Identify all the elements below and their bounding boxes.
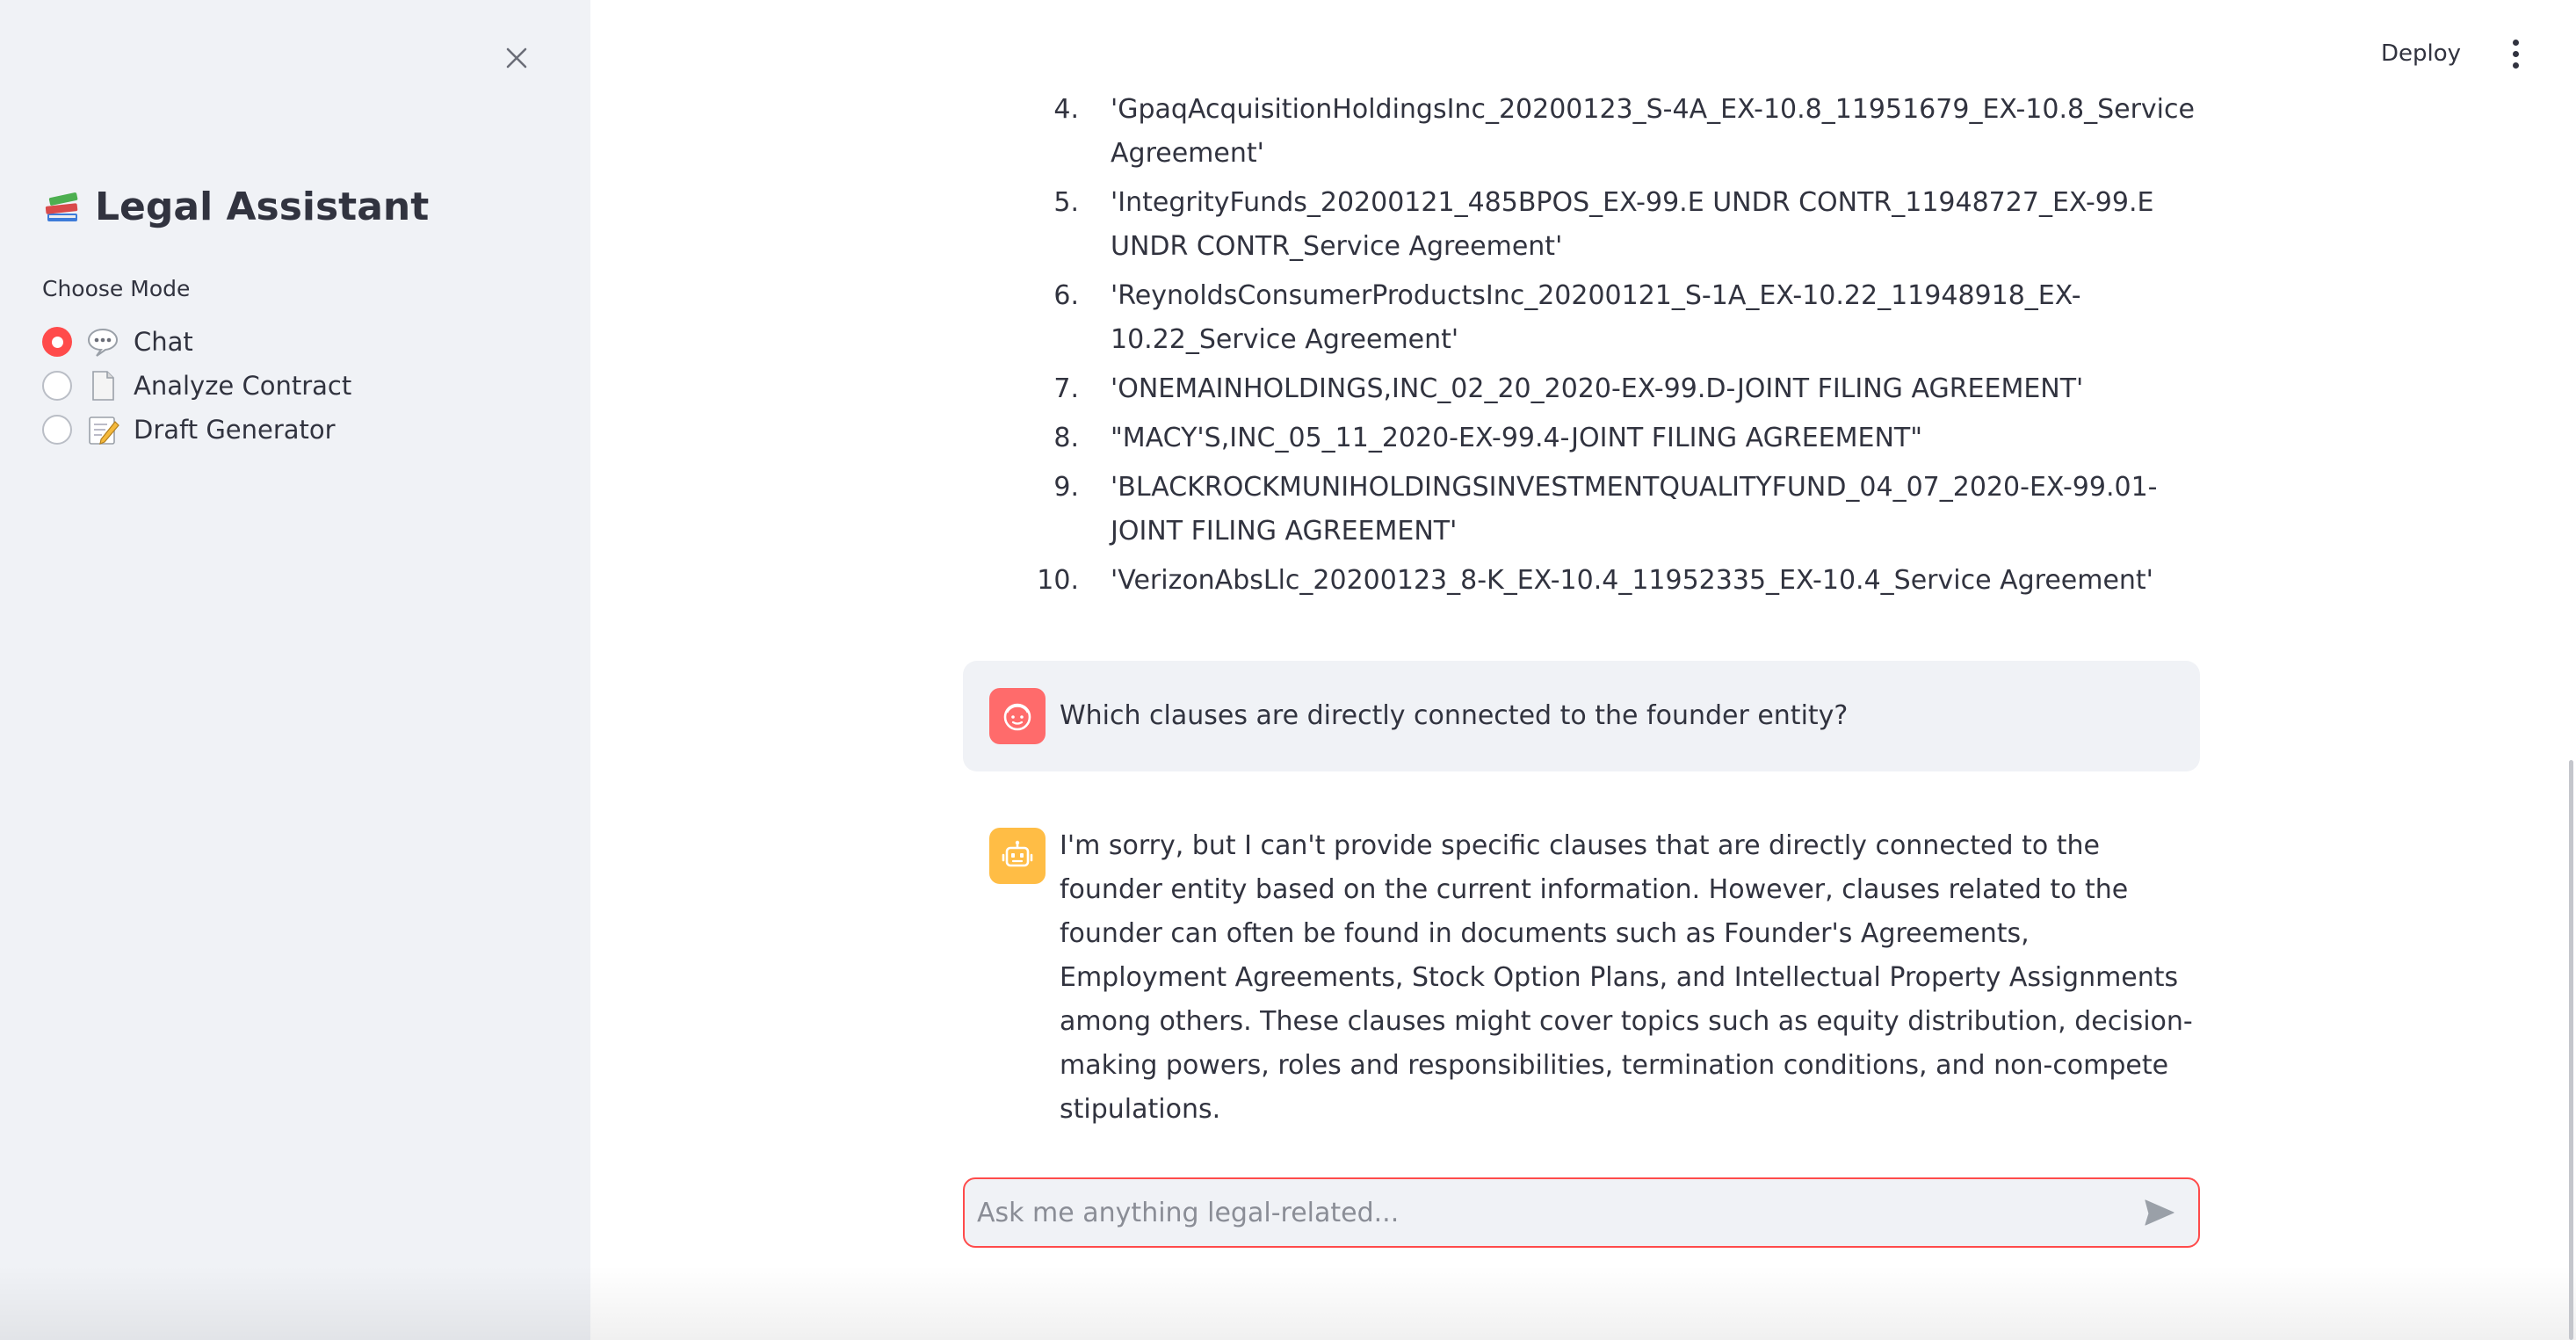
close-sidebar-button[interactable] xyxy=(496,39,538,77)
list-item-text: 'GpaqAcquisitionHoldingsInc_20200123_S-4… xyxy=(1111,94,2195,169)
document-icon xyxy=(92,371,114,401)
sidebar-title-text: Legal Assistant xyxy=(95,185,430,229)
memo-icon xyxy=(89,416,119,445)
radio-unselected[interactable] xyxy=(42,371,72,401)
list-item: 5. 'IntegrityFunds_20200121_485BPOS_EX-9… xyxy=(1037,181,2196,269)
list-item: 10. 'VerizonAbsLlc_20200123_8-K_EX-10.4_… xyxy=(1037,559,2196,603)
send-button[interactable] xyxy=(2138,1192,2181,1234)
list-item-text: 'IntegrityFunds_20200121_485BPOS_EX-99.E… xyxy=(1111,187,2154,262)
mode-option-draft-generator[interactable]: Draft Generator xyxy=(42,408,351,452)
mode-option-analyze-contract[interactable]: Analyze Contract xyxy=(42,364,351,408)
kebab-menu-icon[interactable] xyxy=(2502,33,2529,74)
mode-option-label: Analyze Contract xyxy=(134,371,352,401)
close-icon xyxy=(506,47,527,69)
list-item-text: 'VerizonAbsLlc_20200123_8-K_EX-10.4_1195… xyxy=(1111,565,2153,596)
mode-option-chat[interactable]: Chat xyxy=(42,320,351,364)
list-item: 7. 'ONEMAINHOLDINGS,INC_02_20_2020-EX-99… xyxy=(1037,367,2196,411)
list-item: 6. 'ReynoldsConsumerProductsInc_20200121… xyxy=(1037,274,2196,362)
list-item-text: 'ReynoldsConsumerProductsInc_20200121_S-… xyxy=(1111,280,2081,355)
deploy-button[interactable]: Deploy xyxy=(2381,33,2461,74)
sidebar-title: Legal Assistant xyxy=(42,185,429,229)
chat-input-container xyxy=(963,1177,2200,1248)
assistant-message: I'm sorry, but I can't provide specific … xyxy=(963,824,2200,1132)
scrollbar[interactable] xyxy=(2569,760,2573,1340)
mode-option-label: Chat xyxy=(134,327,193,357)
app-root: Legal Assistant Choose Mode Chat Analyze… xyxy=(0,0,2576,1340)
assistant-message-text: I'm sorry, but I can't provide specific … xyxy=(1060,830,2193,1125)
list-item: 9. 'BLACKROCKMUNIHOLDINGSINVESTMENTQUALI… xyxy=(1037,466,2196,554)
mode-radio-group: Chat Analyze Contract Draft Generator xyxy=(42,320,351,452)
list-item-text: "MACY'S,INC_05_11_2020-EX-99.4-JOINT FIL… xyxy=(1111,423,1923,453)
list-item-number: 9. xyxy=(1053,472,1079,503)
user-message: Which clauses are directly connected to … xyxy=(963,661,2200,771)
list-item-number: 6. xyxy=(1053,280,1079,311)
list-item: 8. "MACY'S,INC_05_11_2020-EX-99.4-JOINT … xyxy=(1037,416,2196,460)
user-message-text: Which clauses are directly connected to … xyxy=(1060,700,1849,731)
choose-mode-label: Choose Mode xyxy=(42,276,191,301)
list-item-number: 5. xyxy=(1053,187,1079,218)
sidebar: Legal Assistant Choose Mode Chat Analyze… xyxy=(0,0,590,1340)
list-item-number: 7. xyxy=(1053,373,1079,404)
send-icon xyxy=(2145,1199,2174,1226)
mode-option-label: Draft Generator xyxy=(134,415,336,445)
radio-unselected[interactable] xyxy=(42,415,72,445)
list-item-text: 'ONEMAINHOLDINGS,INC_02_20_2020-EX-99.D-… xyxy=(1111,373,2084,404)
list-item-text: 'BLACKROCKMUNIHOLDINGSINVESTMENTQUALITYF… xyxy=(1111,472,2158,547)
reference-list: 4. 'GpaqAcquisitionHoldingsInc_20200123_… xyxy=(1037,88,2196,608)
chat-input[interactable] xyxy=(977,1179,2138,1246)
radio-selected[interactable] xyxy=(42,327,72,357)
list-item-number: 8. xyxy=(1053,423,1079,453)
list-item: 4. 'GpaqAcquisitionHoldingsInc_20200123_… xyxy=(1037,88,2196,176)
list-item-number: 4. xyxy=(1053,94,1079,125)
speech-bubble-icon xyxy=(87,328,119,357)
books-icon xyxy=(45,192,78,221)
list-item-number: 10. xyxy=(1037,565,1079,596)
robot-icon xyxy=(989,828,1046,884)
user-face-icon xyxy=(989,688,1046,744)
